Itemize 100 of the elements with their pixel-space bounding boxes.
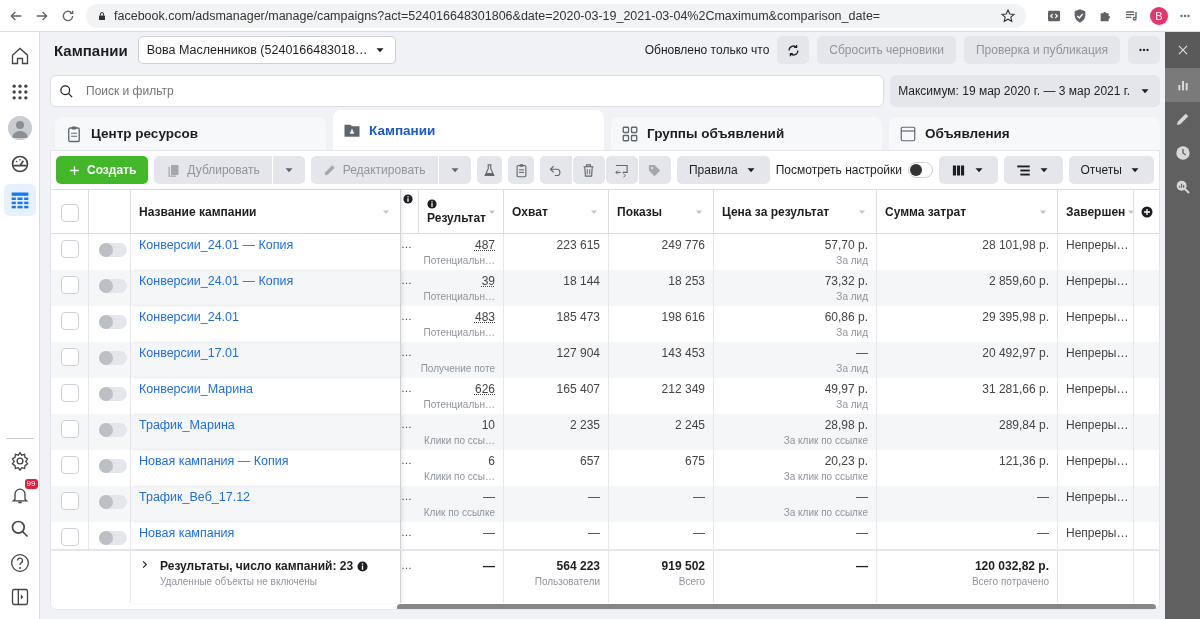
notification-badge: 99 <box>24 479 38 489</box>
cost-type: За клик по ссылке <box>783 471 868 482</box>
notifications-button[interactable]: 99 <box>3 479 36 511</box>
add-column-icon[interactable] <box>1141 205 1153 218</box>
tab[interactable]: Центр ресурсов <box>55 117 326 150</box>
campaign-toggle[interactable] <box>99 531 127 545</box>
address-bar[interactable]: facebook.com/adsmanager/manage/campaigns?act=524016648301806&date=2020-03-19_2021-03-04%2Cmaximum&comparison_date= <box>86 3 1026 28</box>
row-checkbox[interactable] <box>61 528 79 546</box>
table-cell: 223 615 <box>556 238 600 252</box>
horizontal-scrollbar[interactable] <box>397 604 1156 609</box>
table-cell: … <box>401 559 412 571</box>
result-type: Потенциальн… <box>423 255 495 266</box>
column-header[interactable]: Завершен <box>1066 204 1126 219</box>
update-status: Обновлено только что <box>644 43 770 57</box>
campaign-link[interactable]: Конверсии_Марина <box>139 382 253 396</box>
breakdown-button[interactable] <box>1003 156 1063 184</box>
account-dropdown[interactable]: Вова Масленников (5240166483018… <box>137 36 397 64</box>
delete-button[interactable] <box>573 156 605 184</box>
campaign-toggle[interactable] <box>99 243 127 257</box>
row-checkbox[interactable] <box>61 348 79 366</box>
row-checkbox[interactable] <box>61 420 79 438</box>
close-button[interactable] <box>1165 32 1200 68</box>
campaign-link[interactable]: Новая кампания — Копия <box>139 454 289 468</box>
campaign-toggle[interactable] <box>99 459 127 473</box>
reports-button[interactable]: Отчеты <box>1068 156 1154 184</box>
campaign-link[interactable]: Конверсии_24.01 — Копия <box>139 238 294 252</box>
lock-icon <box>96 9 108 22</box>
table-cell: Непреры… <box>1066 526 1129 540</box>
nav-item[interactable] <box>3 184 36 216</box>
row-checkbox[interactable] <box>61 384 79 402</box>
campaign-link[interactable]: Трафик_Веб_17.12 <box>139 490 251 504</box>
view-settings-toggle[interactable] <box>908 162 933 178</box>
column-header[interactable]: Цена за результат <box>722 204 830 219</box>
campaign-link[interactable]: Конверсии_17.01 <box>139 346 239 360</box>
cost-type: За лид <box>836 291 868 302</box>
clipboard-icon <box>65 124 83 143</box>
column-header[interactable]: Сумма затрат <box>885 204 967 219</box>
table-cell: 28 101,98 р. <box>982 238 1049 252</box>
table-cell: — <box>483 526 495 540</box>
tab[interactable]: Группы объявлений <box>611 117 882 150</box>
table-cell: — <box>1037 490 1049 504</box>
star-icon[interactable] <box>1000 7 1016 24</box>
search-bar[interactable]: Поиск и фильтр <box>50 75 885 107</box>
table-cell: 919 502 <box>661 559 705 573</box>
table-cell: 60,86 р. <box>824 310 868 324</box>
table-cell: 185 473 <box>556 310 600 324</box>
campaign-toggle[interactable] <box>99 279 127 293</box>
row-checkbox[interactable] <box>61 240 79 258</box>
tag-icon <box>647 162 663 178</box>
date-range-button[interactable]: Максимум: 19 мар 2020 г. — 3 мар 2021 г. <box>890 75 1160 107</box>
campaign-toggle[interactable] <box>99 315 127 329</box>
table-cell: 20 492,97 р. <box>982 346 1049 360</box>
result-type: Клики по ссы… <box>424 471 495 482</box>
columns-button[interactable] <box>938 156 998 184</box>
row-checkbox[interactable] <box>61 492 79 510</box>
pencil-icon <box>322 163 337 177</box>
table-cell: 121,36 р. <box>998 454 1049 468</box>
transfer-button[interactable] <box>606 156 638 184</box>
row-checkbox[interactable] <box>61 312 79 330</box>
table-cell: — <box>588 490 600 504</box>
campaign-toggle[interactable] <box>99 387 127 401</box>
search-field[interactable]: Поиск и фильтр <box>84 78 876 104</box>
table-cell: — <box>856 490 868 504</box>
campaign-toggle[interactable] <box>99 423 127 437</box>
campaign-link[interactable]: Новая кампания <box>139 526 235 540</box>
table-cell: … <box>401 526 412 538</box>
test-button[interactable] <box>476 156 503 184</box>
tag-button[interactable] <box>639 156 671 184</box>
refresh-button[interactable] <box>777 36 810 64</box>
campaign-toggle[interactable] <box>99 495 127 509</box>
campaign-link[interactable]: Конверсии_24.01 <box>139 310 239 324</box>
column-header[interactable]: Показы <box>617 204 662 219</box>
result-type: Потенциальн… <box>423 399 495 410</box>
table-cell: Непреры… <box>1066 346 1129 360</box>
table-cell: … <box>401 274 412 286</box>
clock-icon <box>1174 145 1191 161</box>
profile-avatar[interactable]: В <box>1150 6 1168 25</box>
undo-button[interactable] <box>540 156 572 184</box>
tab[interactable]: Кампании <box>333 110 604 150</box>
side-panel-item[interactable] <box>1165 68 1200 102</box>
rules-button[interactable]: Правила <box>677 156 770 184</box>
row-checkbox[interactable] <box>61 456 79 474</box>
campaign-toggle[interactable] <box>99 351 127 365</box>
tab[interactable]: Объявления <box>889 117 1160 150</box>
column-header[interactable]: Охват <box>512 204 548 219</box>
clipboard-button[interactable] <box>508 156 534 184</box>
table-cell: … <box>401 454 412 466</box>
select-all-checkbox[interactable] <box>61 203 79 222</box>
campaign-link[interactable]: Конверсии_24.01 — Копия <box>139 274 294 288</box>
column-header[interactable]: Название кампании <box>139 204 257 219</box>
table-cell: … <box>401 310 412 322</box>
info-icon <box>427 198 437 209</box>
help-icon <box>9 553 30 573</box>
campaign-link[interactable]: Трафик_Марина <box>139 418 235 432</box>
shield-icon[interactable] <box>1072 7 1088 24</box>
row-checkbox[interactable] <box>61 276 79 294</box>
cost-type: За клик по ссылке <box>783 507 868 518</box>
column-header[interactable]: Результат <box>427 210 486 225</box>
info-icon <box>357 560 369 572</box>
view-settings-label: Посмотреть настройки <box>775 163 902 177</box>
